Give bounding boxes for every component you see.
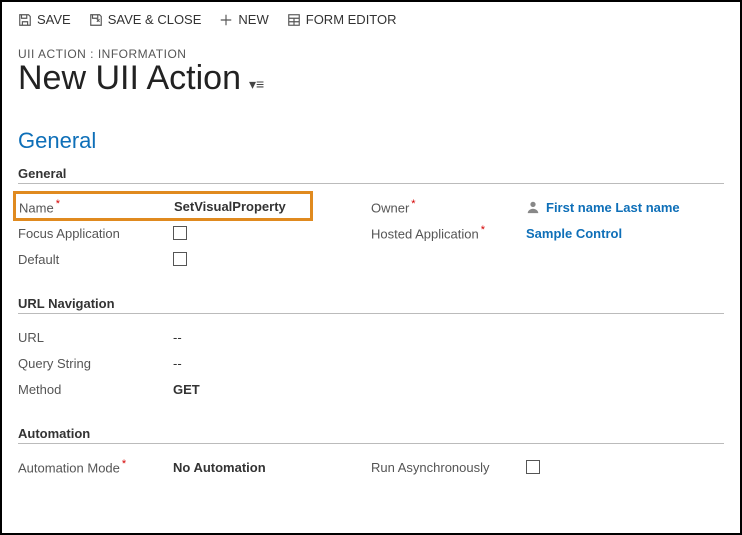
query-string-label: Query String — [18, 356, 173, 371]
subsection-general: General — [18, 166, 724, 184]
owner-label: Owner* — [371, 198, 526, 215]
save-close-button[interactable]: SAVE & CLOSE — [89, 12, 202, 27]
name-label: Name* — [19, 198, 174, 215]
query-string-value[interactable]: -- — [173, 356, 182, 371]
subsection-automation: Automation — [18, 426, 724, 444]
save-label: SAVE — [37, 12, 71, 27]
hosted-application-value[interactable]: Sample Control — [526, 226, 622, 241]
focus-application-label: Focus Application — [18, 226, 173, 241]
form-editor-button[interactable]: FORM EDITOR — [287, 12, 397, 27]
person-icon — [526, 200, 540, 214]
new-button[interactable]: NEW — [219, 12, 268, 27]
toolbar: SAVE SAVE & CLOSE NEW FORM EDITOR — [2, 2, 740, 33]
run-async-checkbox[interactable] — [526, 460, 540, 474]
save-close-icon — [89, 13, 103, 27]
focus-application-checkbox[interactable] — [173, 226, 187, 240]
save-close-label: SAVE & CLOSE — [108, 12, 202, 27]
default-label: Default — [18, 252, 173, 267]
page-title: New UII Action — [18, 59, 241, 98]
method-value[interactable]: GET — [173, 382, 200, 397]
name-value[interactable]: SetVisualProperty — [174, 199, 286, 214]
method-label: Method — [18, 382, 173, 397]
new-label: NEW — [238, 12, 268, 27]
url-value[interactable]: -- — [173, 330, 182, 345]
plus-icon — [219, 13, 233, 27]
name-field-highlight: Name* SetVisualProperty — [13, 191, 313, 220]
run-async-label: Run Asynchronously — [371, 460, 526, 475]
save-button[interactable]: SAVE — [18, 12, 71, 27]
section-general: General — [18, 128, 724, 154]
url-label: URL — [18, 330, 173, 345]
save-icon — [18, 13, 32, 27]
form-editor-label: FORM EDITOR — [306, 12, 397, 27]
title-menu-icon[interactable]: ▾≡ — [249, 76, 264, 93]
automation-mode-label: Automation Mode* — [18, 458, 173, 475]
default-checkbox[interactable] — [173, 252, 187, 266]
automation-mode-value[interactable]: No Automation — [173, 460, 266, 475]
subsection-url: URL Navigation — [18, 296, 724, 314]
form-editor-icon — [287, 13, 301, 27]
owner-value[interactable]: First name Last name — [546, 200, 680, 215]
hosted-application-label: Hosted Application* — [371, 224, 526, 241]
